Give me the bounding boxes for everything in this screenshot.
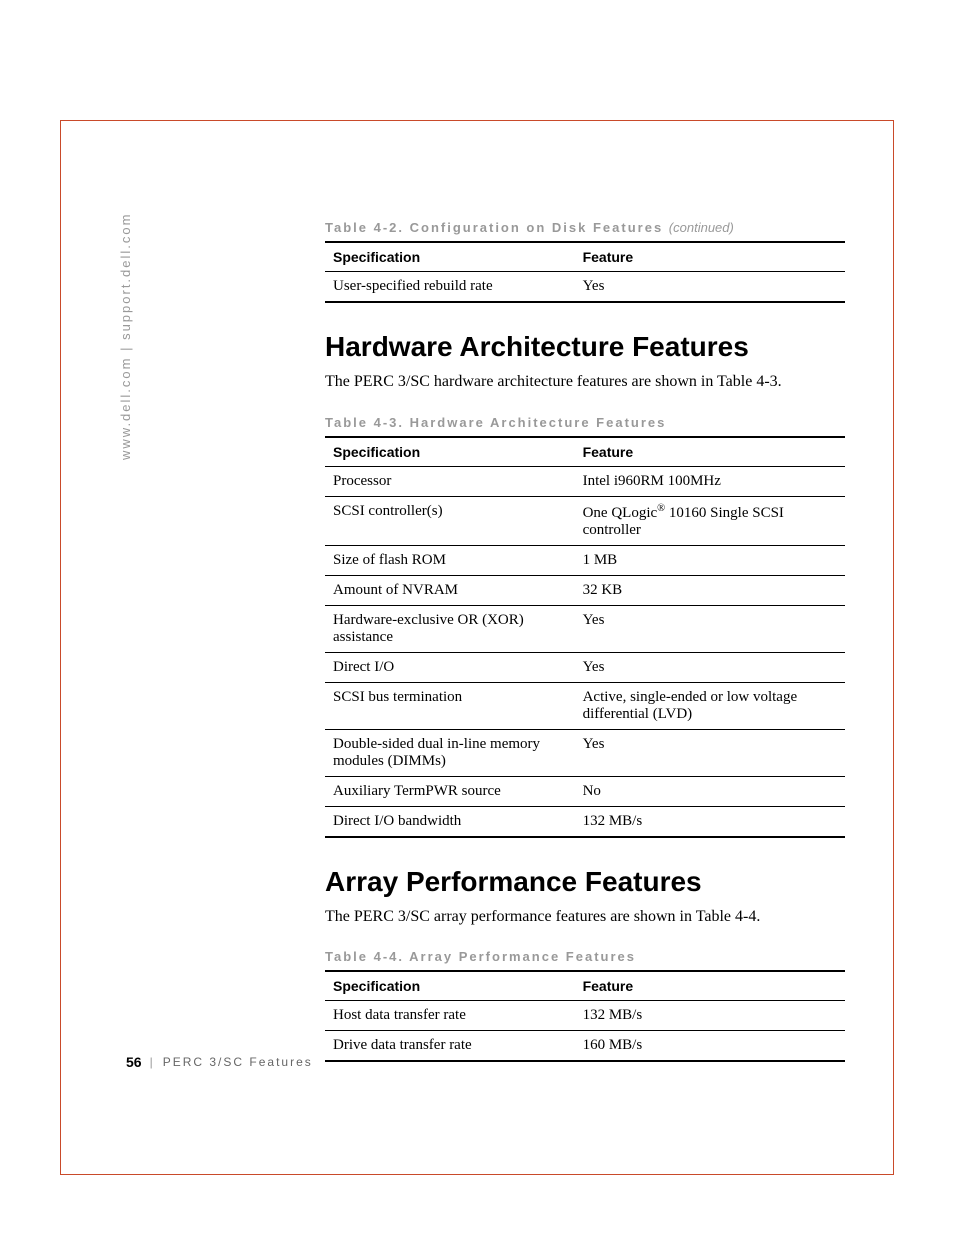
cell-feat: 132 MB/s xyxy=(575,806,845,837)
table-4-3: Specification Feature Processor Intel i9… xyxy=(325,436,845,838)
cell-feat: Yes xyxy=(575,652,845,682)
intro-hardware-architecture: The PERC 3/SC hardware architecture feat… xyxy=(325,371,845,393)
footer-divider: | xyxy=(150,1055,155,1069)
table-4-2-header-spec: Specification xyxy=(325,242,575,272)
cell-spec: Auxiliary TermPWR source xyxy=(325,776,575,806)
page-footer: 56 | PERC 3/SC Features xyxy=(126,1054,313,1070)
table-row: Drive data transfer rate 160 MB/s xyxy=(325,1031,845,1062)
table-4-2-caption: Table 4-2. Configuration on Disk Feature… xyxy=(325,220,845,235)
table-row: Auxiliary TermPWR source No xyxy=(325,776,845,806)
cell-spec: SCSI bus termination xyxy=(325,682,575,729)
side-url: www.dell.com | support.dell.com xyxy=(118,213,133,460)
table-row: Direct I/O bandwidth 132 MB/s xyxy=(325,806,845,837)
cell-feat: Yes xyxy=(575,605,845,652)
table-row: SCSI bus termination Active, single-ende… xyxy=(325,682,845,729)
table-4-4-header-feat: Feature xyxy=(575,971,845,1001)
table-row: Double-sided dual in-line memory modules… xyxy=(325,729,845,776)
cell-feat: Intel i960RM 100MHz xyxy=(575,466,845,496)
table-row: Hardware-exclusive OR (XOR) assistance Y… xyxy=(325,605,845,652)
cell-feat: Yes xyxy=(575,729,845,776)
table-row: Amount of NVRAM 32 KB xyxy=(325,575,845,605)
cell-spec: Processor xyxy=(325,466,575,496)
table-row: Size of flash ROM 1 MB xyxy=(325,545,845,575)
cell-spec: Amount of NVRAM xyxy=(325,575,575,605)
table-4-3-header-feat: Feature xyxy=(575,437,845,467)
cell-spec: User-specified rebuild rate xyxy=(325,272,575,303)
cell-spec: SCSI controller(s) xyxy=(325,496,575,545)
cell-spec: Direct I/O bandwidth xyxy=(325,806,575,837)
table-4-4-header-spec: Specification xyxy=(325,971,575,1001)
cell-spec: Size of flash ROM xyxy=(325,545,575,575)
table-4-2-header-feat: Feature xyxy=(575,242,845,272)
table-4-2-caption-text: Table 4-2. Configuration on Disk Feature… xyxy=(325,220,669,235)
table-4-3-caption: Table 4-3. Hardware Architecture Feature… xyxy=(325,415,845,430)
cell-feat: No xyxy=(575,776,845,806)
table-4-3-header-spec: Specification xyxy=(325,437,575,467)
table-row: Direct I/O Yes xyxy=(325,652,845,682)
table-row: SCSI controller(s) One QLogic® 10160 Sin… xyxy=(325,496,845,545)
table-4-4: Specification Feature Host data transfer… xyxy=(325,970,845,1062)
table-row: Host data transfer rate 132 MB/s xyxy=(325,1001,845,1031)
page-number: 56 xyxy=(126,1054,142,1070)
cell-feat: One QLogic® 10160 Single SCSI controller xyxy=(575,496,845,545)
table-row: User-specified rebuild rate Yes xyxy=(325,272,845,303)
cell-spec: Double-sided dual in-line memory modules… xyxy=(325,729,575,776)
cell-feat: 132 MB/s xyxy=(575,1001,845,1031)
main-content: Table 4-2. Configuration on Disk Feature… xyxy=(325,220,845,1090)
heading-array-performance: Array Performance Features xyxy=(325,866,845,898)
table-row: Processor Intel i960RM 100MHz xyxy=(325,466,845,496)
cell-spec: Hardware-exclusive OR (XOR) assistance xyxy=(325,605,575,652)
cell-feat: 32 KB xyxy=(575,575,845,605)
intro-array-performance: The PERC 3/SC array performance features… xyxy=(325,906,845,928)
cell-spec: Drive data transfer rate xyxy=(325,1031,575,1062)
cell-feat: 160 MB/s xyxy=(575,1031,845,1062)
chapter-title: PERC 3/SC Features xyxy=(163,1055,313,1069)
table-4-2: Specification Feature User-specified reb… xyxy=(325,241,845,303)
heading-hardware-architecture: Hardware Architecture Features xyxy=(325,331,845,363)
cell-feat: 1 MB xyxy=(575,545,845,575)
cell-spec: Host data transfer rate xyxy=(325,1001,575,1031)
table-4-4-caption: Table 4-4. Array Performance Features xyxy=(325,949,845,964)
cell-feat: Active, single-ended or low voltage diff… xyxy=(575,682,845,729)
table-4-2-continued: (continued) xyxy=(669,220,734,235)
cell-feat: Yes xyxy=(575,272,845,303)
cell-spec: Direct I/O xyxy=(325,652,575,682)
